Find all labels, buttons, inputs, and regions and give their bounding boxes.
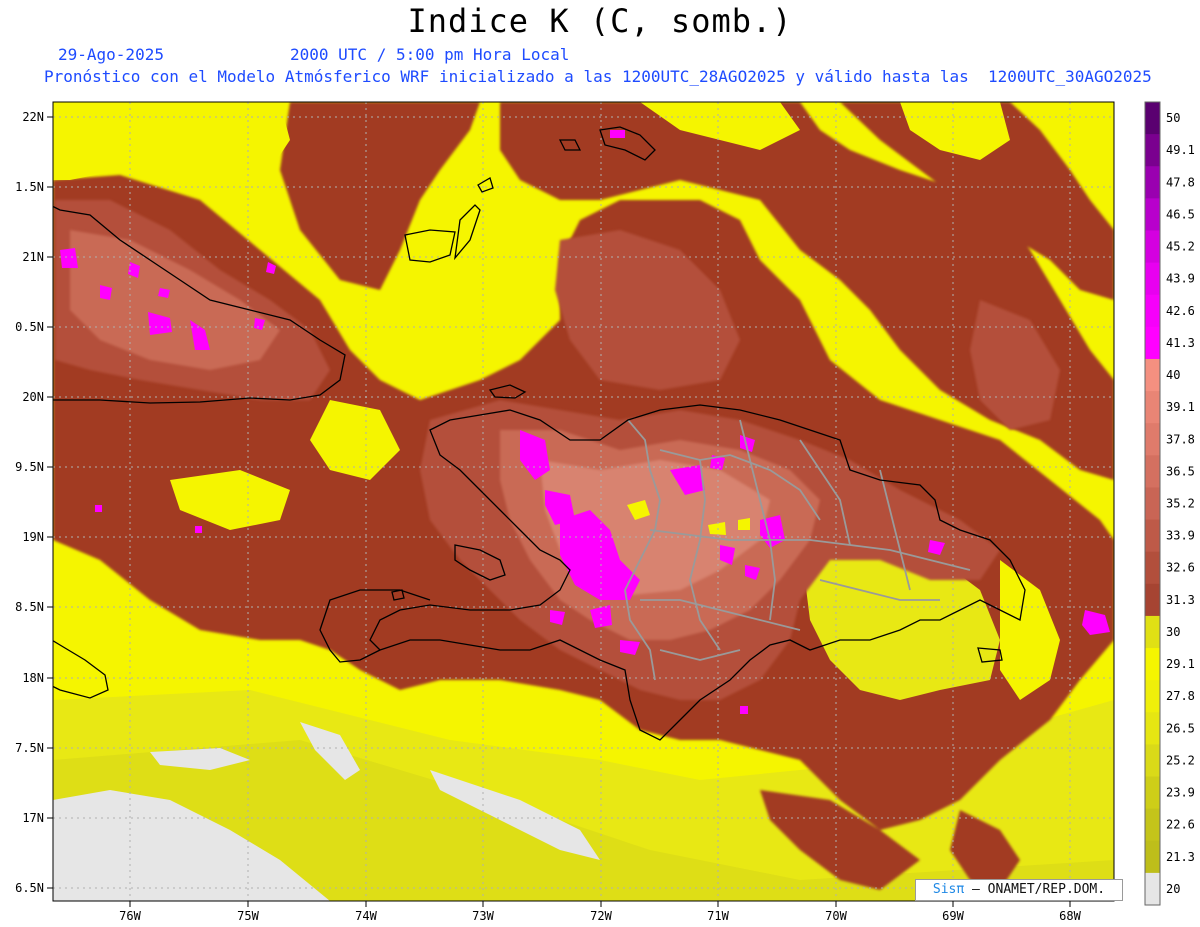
lat-label: 7.5N — [15, 741, 44, 755]
colorbar-swatch — [1145, 294, 1160, 328]
colorbar-swatch — [1145, 198, 1160, 231]
colorbar-swatch — [1145, 262, 1160, 296]
colorbar-swatch — [1145, 519, 1160, 553]
lat-label: 8.5N — [15, 600, 44, 614]
colorbar-label: 23.9 — [1166, 786, 1195, 800]
lat-label: 17N — [22, 811, 44, 825]
colorbar-label: 21.3 — [1166, 850, 1195, 864]
colorbar-swatch — [1145, 840, 1160, 874]
colorbar-label: 36.5 — [1166, 464, 1195, 478]
colorbar-label: 45.2 — [1166, 240, 1195, 254]
lon-label: 75W — [237, 909, 259, 923]
lat-label: 1.5N — [15, 180, 44, 194]
colorbar-label: 33.9 — [1166, 529, 1195, 543]
colorbar-label: 43.9 — [1166, 272, 1195, 286]
colorbar-swatch — [1145, 776, 1160, 810]
colorbar-label: 41.3 — [1166, 336, 1195, 350]
colorbar-swatch — [1145, 134, 1160, 167]
lon-label: 71W — [707, 909, 729, 923]
colorbar-label: 26.5 — [1166, 721, 1195, 735]
colorbar-label: 35.2 — [1166, 497, 1195, 511]
colorbar-label: 42.6 — [1166, 304, 1195, 318]
lat-label: 0.5N — [15, 320, 44, 334]
colorbar-swatch — [1145, 551, 1160, 585]
colorbar-label: 22.6 — [1166, 818, 1195, 832]
sis-logo-text: Sisπ — [932, 882, 965, 897]
lat-labels: 22N 1.5N 21N 0.5N 20N 9.5N 19N 8.5N 18N … — [15, 110, 44, 895]
colorbar-label: 30 — [1166, 625, 1180, 639]
colorbar-label: 39.1 — [1166, 400, 1195, 414]
colorbar-swatch — [1145, 712, 1160, 745]
lat-label: 21N — [22, 250, 44, 264]
lon-label: 73W — [472, 909, 494, 923]
colorbar-swatch — [1145, 680, 1160, 713]
colorbar-swatch — [1145, 230, 1160, 264]
colorbar-swatch — [1145, 423, 1160, 456]
colorbar-label: 31.3 — [1166, 593, 1195, 607]
colorbar-label: 20 — [1166, 882, 1180, 896]
colorbar: 50 49.1 47.8 46.5 45.2 43.9 42.6 41.3 40 39.1 37.8… — [1144, 101, 1195, 906]
lon-label: 72W — [590, 909, 612, 923]
lon-label: 69W — [942, 909, 964, 923]
colorbar-swatch — [1145, 358, 1160, 392]
k-index-field — [53, 102, 1114, 901]
colorbar-label: 32.6 — [1166, 561, 1195, 575]
lat-label: 9.5N — [15, 460, 44, 474]
colorbar-swatch — [1145, 455, 1160, 488]
colorbar-swatch — [1145, 872, 1160, 906]
lat-label: 20N — [22, 390, 44, 404]
colorbar-label: 46.5 — [1166, 207, 1195, 221]
lon-labels: 76W 75W 74W 73W 72W 71W 70W 69W 68W — [119, 909, 1081, 923]
colorbar-swatch — [1145, 744, 1160, 778]
colorbar-label: 47.8 — [1166, 175, 1195, 189]
colorbar-label: 25.2 — [1166, 753, 1195, 767]
colorbar-swatch — [1145, 583, 1160, 617]
colorbar-swatch — [1145, 391, 1160, 424]
lat-label: 22N — [22, 110, 44, 124]
colorbar-swatch — [1145, 102, 1160, 135]
colorbar-swatch — [1145, 166, 1160, 199]
colorbar-label: 49.1 — [1166, 143, 1195, 157]
colorbar-swatch — [1145, 808, 1160, 842]
colorbar-label: 50 — [1166, 111, 1180, 125]
credit-org: – ONAMET/REP.DOM. — [972, 882, 1106, 897]
colorbar-label: 29.1 — [1166, 657, 1195, 671]
lat-label: 19N — [22, 530, 44, 544]
colorbar-label: 37.8 — [1166, 432, 1195, 446]
colorbar-label: 27.8 — [1166, 689, 1195, 703]
lon-label: 70W — [825, 909, 847, 923]
colorbar-swatch — [1145, 326, 1160, 360]
lon-label: 76W — [119, 909, 141, 923]
credit-box: Sisπ – ONAMET/REP.DOM. — [915, 879, 1123, 901]
colorbar-swatch — [1145, 615, 1160, 649]
lon-label: 74W — [355, 909, 377, 923]
colorbar-label: 40 — [1166, 368, 1180, 382]
k-index-map: 22N 1.5N 21N 0.5N 20N 9.5N 19N 8.5N 18N … — [15, 101, 1195, 923]
lat-label: 6.5N — [15, 881, 44, 895]
lon-label: 68W — [1059, 909, 1081, 923]
lat-label: 18N — [22, 671, 44, 685]
colorbar-swatch — [1145, 487, 1160, 521]
colorbar-swatch — [1145, 648, 1160, 681]
